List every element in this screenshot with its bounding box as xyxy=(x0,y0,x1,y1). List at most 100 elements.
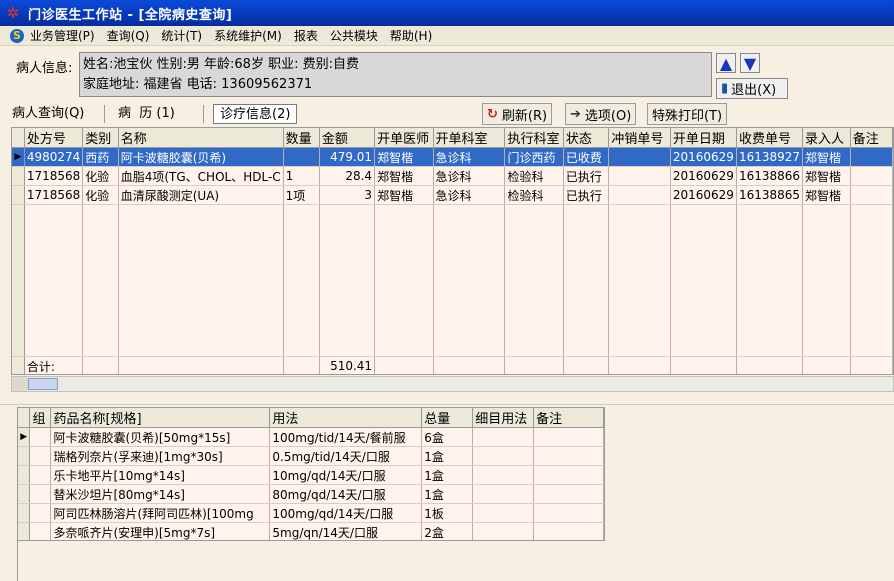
drug-cell[interactable]: 100mg/tid/14天/餐前服 xyxy=(269,427,423,447)
drug-row[interactable]: 瑞格列奈片(孚来迪)[1mg*30s] 0.5mg/tid/14天/口服 1盒 xyxy=(18,446,604,466)
drug-cell[interactable]: 乐卡地平片[10mg*14s] xyxy=(50,465,271,485)
column-header-prescription-no[interactable]: 处方号 xyxy=(24,128,84,148)
order-cell[interactable] xyxy=(608,147,671,167)
order-cell[interactable]: 已执行 xyxy=(563,166,610,186)
drug-cell[interactable]: 阿卡波糖胶囊(贝希)[50mg*15s] xyxy=(50,427,271,447)
order-cell[interactable]: 急诊科 xyxy=(433,147,506,167)
orders-horizontal-scrollbar[interactable] xyxy=(11,376,894,392)
special-print-button[interactable]: 特殊打印(T) xyxy=(647,103,728,125)
menu-maintenance[interactable]: 系统维护(M) xyxy=(214,27,282,44)
column-header-order-date[interactable]: 开单日期 xyxy=(670,128,737,148)
drug-cell[interactable]: 5mg/qn/14天/口服 xyxy=(269,522,423,540)
column-header-executing-dept[interactable]: 执行科室 xyxy=(504,128,564,148)
drug-cell[interactable] xyxy=(533,484,604,504)
drug-cell[interactable]: 瑞格列奈片(孚来迪)[1mg*30s] xyxy=(50,446,271,466)
order-cell[interactable]: 20160629 xyxy=(670,185,737,205)
drug-cell[interactable]: 1板 xyxy=(421,503,474,523)
order-cell[interactable] xyxy=(283,147,320,167)
scroll-left-button[interactable] xyxy=(12,377,28,391)
column-header-drug-name[interactable]: 药品名称[规格] xyxy=(50,408,271,428)
drug-cell[interactable] xyxy=(29,503,52,523)
drug-cell[interactable] xyxy=(472,446,535,466)
menu-help[interactable]: 帮助(H) xyxy=(390,27,432,44)
order-cell[interactable]: 阿卡波糖胶囊(贝希) xyxy=(118,147,284,167)
order-cell[interactable] xyxy=(850,147,893,167)
drug-row[interactable]: 替米沙坦片[80mg*14s] 80mg/qd/14天/口服 1盒 xyxy=(18,484,604,504)
drug-cell[interactable]: 1盒 xyxy=(421,484,474,504)
drug-cell[interactable] xyxy=(472,503,535,523)
order-cell[interactable]: 16138865 xyxy=(736,185,804,205)
order-cell[interactable]: 1718568 xyxy=(24,185,84,205)
scroll-thumb[interactable] xyxy=(28,378,58,390)
drug-cell[interactable]: 100mg/qd/14天/口服 xyxy=(269,503,423,523)
drug-cell[interactable]: 2盒 xyxy=(421,522,474,540)
drug-cell[interactable] xyxy=(533,427,604,447)
refresh-button[interactable]: ↻ 刷新(R) xyxy=(482,103,553,125)
drug-cell[interactable] xyxy=(29,465,52,485)
order-cell[interactable]: 门诊西药 xyxy=(504,147,564,167)
drug-cell[interactable]: 1盒 xyxy=(421,465,474,485)
column-header-status[interactable]: 状态 xyxy=(563,128,610,148)
order-cell[interactable]: 检验科 xyxy=(504,166,564,186)
order-cell[interactable] xyxy=(850,185,893,205)
drug-cell[interactable]: 阿司匹林肠溶片(拜阿司匹林)[100mg xyxy=(50,503,271,523)
column-header-ordering-doctor[interactable]: 开单医师 xyxy=(374,128,434,148)
drug-cell[interactable]: 替米沙坦片[80mg*14s] xyxy=(50,484,271,504)
drug-cell[interactable] xyxy=(29,484,52,504)
tab-patient-query[interactable]: 病人查询(Q) xyxy=(12,104,84,124)
panel-splitter[interactable] xyxy=(0,392,894,404)
order-cell[interactable] xyxy=(850,166,893,186)
drug-cell[interactable] xyxy=(533,522,604,540)
drug-row[interactable]: 乐卡地平片[10mg*14s] 10mg/qd/14天/口服 1盒 xyxy=(18,465,604,485)
order-cell[interactable]: 急诊科 xyxy=(433,185,506,205)
drug-cell[interactable]: 10mg/qd/14天/口服 xyxy=(269,465,423,485)
exit-button[interactable]: ▮ 退出(X) xyxy=(716,78,788,99)
column-header-reversal-no[interactable]: 冲销单号 xyxy=(608,128,671,148)
order-cell[interactable]: 1718568 xyxy=(24,166,84,186)
drug-row[interactable]: ▶ 阿卡波糖胶囊(贝希)[50mg*15s] 100mg/tid/14天/餐前服… xyxy=(18,427,604,447)
column-header-item-name[interactable]: 名称 xyxy=(118,128,284,148)
drug-cell[interactable]: 1盒 xyxy=(421,446,474,466)
drug-cell[interactable]: 80mg/qd/14天/口服 xyxy=(269,484,423,504)
drug-cell[interactable] xyxy=(29,446,52,466)
orders-row[interactable]: 1718568 化验 血清尿酸测定(UA) 1项 3 郑智楷 急诊科 检验科 已… xyxy=(12,185,893,205)
drug-cell[interactable] xyxy=(472,522,535,540)
order-cell[interactable]: 急诊科 xyxy=(433,166,506,186)
order-cell[interactable]: 血脂4项(TG、CHOL、HDL-C xyxy=(118,166,284,186)
order-cell[interactable]: 1项 xyxy=(283,185,320,205)
next-patient-button[interactable]: ▼ xyxy=(740,53,760,73)
column-header-receipt-no[interactable]: 收费单号 xyxy=(736,128,804,148)
column-header-total[interactable]: 总量 xyxy=(421,408,474,428)
order-cell[interactable]: 检验科 xyxy=(504,185,564,205)
drug-cell[interactable] xyxy=(29,427,52,447)
options-button[interactable]: ➔ 选项(O) xyxy=(565,103,637,125)
drug-cell[interactable] xyxy=(533,465,604,485)
order-cell[interactable]: 16138866 xyxy=(736,166,804,186)
drug-cell[interactable] xyxy=(29,522,52,540)
tab-treatment-info[interactable]: 诊疗信息(2) xyxy=(213,104,298,124)
order-cell[interactable]: 已执行 xyxy=(563,185,610,205)
order-cell[interactable]: 4980274 xyxy=(24,147,84,167)
order-cell[interactable]: 16138927 xyxy=(736,147,804,167)
order-cell[interactable]: 郑智楷 xyxy=(802,147,851,167)
drug-cell[interactable] xyxy=(533,446,604,466)
order-cell[interactable]: 20160629 xyxy=(670,166,737,186)
order-cell[interactable] xyxy=(608,185,671,205)
order-cell[interactable]: 3 xyxy=(319,185,376,205)
order-cell[interactable]: 郑智楷 xyxy=(374,166,434,186)
orders-row[interactable]: ▶ 4980274 西药 阿卡波糖胶囊(贝希) 479.01 郑智楷 急诊科 门… xyxy=(12,147,893,167)
drug-cell[interactable] xyxy=(533,503,604,523)
menu-business[interactable]: 业务管理(P) xyxy=(30,27,95,44)
drug-cell[interactable]: 6盒 xyxy=(421,427,474,447)
column-header-group[interactable]: 组 xyxy=(29,408,52,428)
orders-row[interactable]: 1718568 化验 血脂4项(TG、CHOL、HDL-C 1 28.4 郑智楷… xyxy=(12,166,893,186)
order-cell[interactable]: 20160629 xyxy=(670,147,737,167)
menu-statistics[interactable]: 统计(T) xyxy=(161,27,202,44)
drug-cell[interactable]: 0.5mg/tid/14天/口服 xyxy=(269,446,423,466)
order-cell[interactable]: 郑智楷 xyxy=(374,147,434,167)
drug-row[interactable]: 阿司匹林肠溶片(拜阿司匹林)[100mg 100mg/qd/14天/口服 1板 xyxy=(18,503,604,523)
order-cell[interactable]: 479.01 xyxy=(319,147,376,167)
order-cell[interactable]: 已收费 xyxy=(563,147,610,167)
column-header-remarks[interactable]: 备注 xyxy=(850,128,893,148)
order-cell[interactable]: 郑智楷 xyxy=(802,185,851,205)
